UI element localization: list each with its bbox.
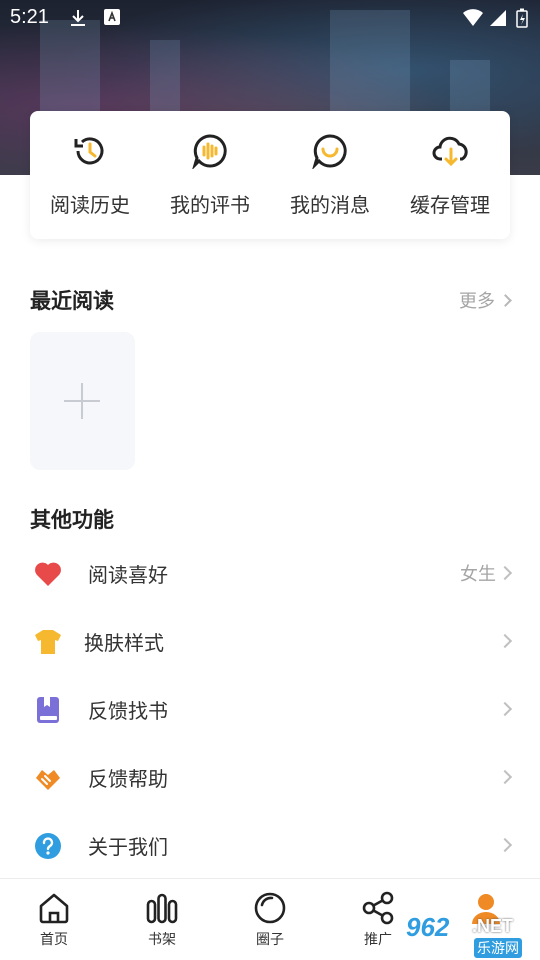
more-label: 更多 — [459, 291, 495, 312]
recent-reading-title: 最近阅读 — [30, 288, 114, 313]
chevron-right-icon — [497, 837, 513, 853]
shortcut-label: 阅读历史 — [50, 193, 130, 217]
tab-circle[interactable]: 圈子 — [216, 879, 324, 960]
shortcut-label: 缓存管理 — [410, 193, 490, 217]
watermark-suffix: .NET — [472, 916, 514, 936]
other-functions-title: 其他功能 — [30, 507, 114, 532]
tshirt-icon — [35, 630, 61, 654]
menu-label: 换肤样式 — [84, 631, 164, 655]
chevron-right-icon — [497, 633, 513, 649]
font-icon — [103, 8, 121, 30]
status-time: 5:21 — [10, 6, 49, 28]
more-link[interactable]: 更多 — [459, 287, 512, 313]
menu-skin-style[interactable]: 换肤样式 — [0, 607, 540, 675]
menu-value: 女生 — [460, 564, 496, 585]
tab-label: 圈子 — [256, 932, 284, 948]
circle-icon — [254, 892, 286, 924]
tab-label: 首页 — [40, 932, 68, 948]
shortcut-reading-history[interactable]: 阅读历史 — [30, 111, 150, 239]
menu-label: 关于我们 — [88, 835, 168, 859]
chevron-right-icon — [497, 769, 513, 785]
cloud-download-icon — [432, 136, 468, 167]
watermark-logo: 962 .NET 乐游网 — [400, 910, 540, 958]
status-bar: 5:21 — [0, 0, 540, 36]
shortcut-cache-manager[interactable]: 缓存管理 — [390, 111, 510, 239]
menu-label: 阅读喜好 — [88, 563, 168, 587]
share-icon — [362, 891, 394, 925]
download-icon — [68, 8, 88, 32]
shortcut-label: 我的消息 — [290, 193, 370, 217]
book-icon — [37, 697, 59, 723]
handshake-icon — [36, 770, 60, 790]
tab-label: 书架 — [148, 932, 176, 948]
shortcut-my-messages[interactable]: 我的消息 — [270, 111, 390, 239]
menu-label: 反馈帮助 — [88, 767, 168, 791]
message-icon — [312, 134, 347, 169]
shortcut-label: 我的评书 — [170, 193, 250, 217]
add-book-button[interactable] — [30, 332, 135, 470]
menu-feedback-help[interactable]: 反馈帮助 — [0, 743, 540, 811]
tab-bookshelf[interactable]: 书架 — [108, 879, 216, 960]
menu-reading-preference[interactable]: 阅读喜好 女生 — [0, 539, 540, 607]
watermark-text: 乐游网 — [474, 938, 522, 958]
bookshelf-icon — [146, 893, 178, 924]
menu-label: 反馈找书 — [88, 699, 168, 723]
signal-icon — [488, 8, 508, 32]
heart-icon — [35, 562, 61, 586]
wifi-icon — [462, 8, 484, 32]
watermark-number: 962 — [406, 912, 450, 942]
chevron-right-icon — [499, 294, 512, 307]
shortcut-card: 阅读历史 我的评书 我的消息 缓存管理 — [30, 111, 510, 239]
audio-comment-icon — [192, 134, 227, 169]
history-icon — [74, 137, 104, 165]
home-icon — [39, 893, 69, 924]
menu-about-us[interactable]: 关于我们 — [0, 811, 540, 879]
chevron-right-icon — [497, 565, 513, 581]
question-icon — [35, 833, 61, 859]
menu-feedback-find-book[interactable]: 反馈找书 — [0, 675, 540, 743]
battery-icon — [516, 8, 528, 32]
chevron-right-icon — [497, 701, 513, 717]
tab-home[interactable]: 首页 — [0, 879, 108, 960]
shortcut-my-reviews[interactable]: 我的评书 — [150, 111, 270, 239]
